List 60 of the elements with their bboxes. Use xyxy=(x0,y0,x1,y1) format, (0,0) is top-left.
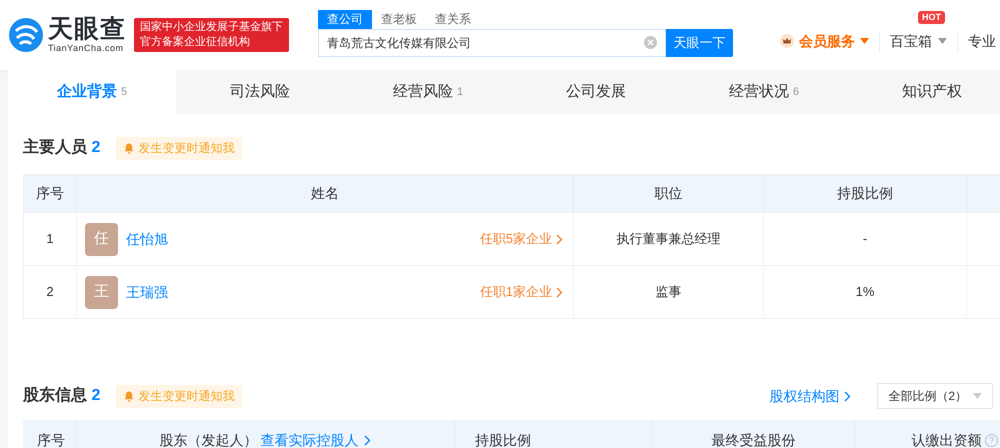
vip-menu[interactable]: 会员服务 xyxy=(780,30,880,52)
column-header: 序号 xyxy=(24,175,77,212)
person-name-link[interactable]: 任怡旭 xyxy=(126,228,168,250)
hot-badge: HOT xyxy=(918,10,945,24)
logo-icon xyxy=(8,17,44,53)
column-header: 持股比例 xyxy=(475,431,531,448)
section-tab[interactable]: 企业背景 5 xyxy=(8,70,176,114)
search-button[interactable]: 天眼一下 xyxy=(666,28,733,56)
positions-link[interactable]: 任职5家企业 xyxy=(480,229,563,249)
section-tab[interactable]: 经营状况 6 xyxy=(680,70,848,114)
section-tab[interactable]: 知识产权 xyxy=(848,70,1000,114)
caret-down-icon xyxy=(973,393,982,399)
section-tab[interactable]: 经营风险 1 xyxy=(344,70,512,114)
nav-link[interactable]: 专业 xyxy=(958,30,996,52)
column-header: 最终受益股份 xyxy=(712,431,796,448)
toolbox-menu[interactable]: 百宝箱 xyxy=(890,30,947,52)
search-tab[interactable]: 查关系 xyxy=(426,10,480,28)
column-header: 股东（发起人） xyxy=(160,431,258,448)
table-cell: 1% xyxy=(764,266,967,318)
logo-domain: TianYanCha.com xyxy=(48,44,125,53)
table-cell: 1 xyxy=(24,213,77,265)
logo-text: 天眼查 xyxy=(48,17,126,42)
column-header: 持股比例 xyxy=(764,175,967,212)
column-header: 姓名 xyxy=(77,175,574,212)
chevron-right-icon xyxy=(556,286,563,298)
table-cell: 执行董事兼总经理 xyxy=(574,213,764,265)
crown-icon xyxy=(780,34,794,48)
table-cell: 监事 xyxy=(574,266,764,318)
bell-icon xyxy=(124,142,134,154)
section-tab[interactable]: 公司发展 xyxy=(512,70,680,114)
search-tab[interactable]: 查老板 xyxy=(372,10,426,28)
table-cell: - xyxy=(764,213,967,265)
column-header: 职位 xyxy=(574,175,764,212)
ratio-dropdown[interactable]: 全部比例（2） xyxy=(877,383,994,409)
help-icon[interactable] xyxy=(984,434,998,447)
person-name-link[interactable]: 王瑞强 xyxy=(126,282,168,302)
chevron-right-icon xyxy=(364,435,370,446)
section-title: 主要人员 2 xyxy=(23,137,100,158)
chevron-right-icon xyxy=(844,390,852,402)
bell-icon xyxy=(124,390,134,402)
actual-controller-link[interactable]: 查看实际控股人 xyxy=(260,430,370,448)
badge-text: 官方备案企业征信机构 xyxy=(140,35,251,50)
notify-button[interactable]: 发生变更时通知我 xyxy=(116,384,242,408)
search-tab[interactable]: 查公司 xyxy=(318,10,372,28)
badge-text: 国家中小企业发展子基金旗下 xyxy=(140,20,283,35)
chevron-right-icon xyxy=(556,234,563,244)
caret-down-icon xyxy=(938,38,947,44)
avatar: 王 xyxy=(85,276,118,308)
section-title: 股东信息 2 xyxy=(23,385,100,406)
section-tab[interactable]: 司法风险 xyxy=(176,70,344,114)
column-header: 认缴出资额 xyxy=(912,431,982,448)
search-field[interactable]: 青岛荒古文化传媒有限公司 xyxy=(318,28,666,56)
column-header: 序号 xyxy=(37,431,65,448)
notify-button[interactable]: 发生变更时通知我 xyxy=(116,136,242,160)
caret-down-icon xyxy=(860,38,869,44)
clear-icon[interactable] xyxy=(644,36,657,49)
table-cell: 2 xyxy=(24,266,77,318)
positions-link[interactable]: 任职1家企业 xyxy=(480,282,563,302)
equity-chart-link[interactable]: 股权结构图 xyxy=(769,386,852,406)
avatar: 任 xyxy=(85,222,118,256)
